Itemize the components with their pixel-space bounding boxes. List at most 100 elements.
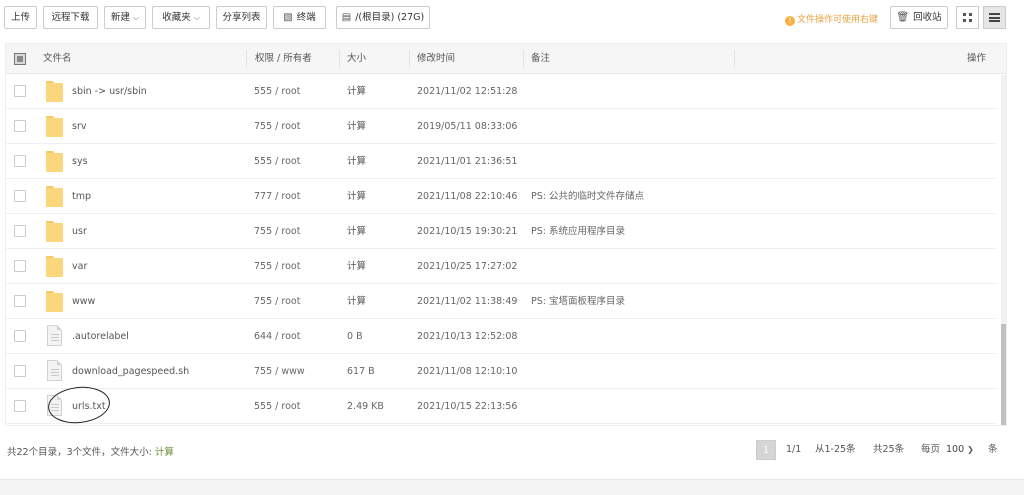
table-row[interactable]: sbin -> usr/sbin 555 / root 计算 2021/11/02 1… (6, 74, 996, 109)
file-name[interactable]: tmp (72, 179, 91, 214)
scrollbar-thumb[interactable] (1001, 324, 1006, 425)
perm-owner[interactable]: 755 / root (254, 214, 300, 249)
row-checkbox[interactable] (14, 400, 26, 412)
new-button[interactable]: 新建 ⌵ (104, 6, 146, 29)
table-row[interactable]: var 755 / root 计算 2021/10/25 17:27:02 (6, 249, 996, 284)
file-size: 0 B (347, 331, 363, 342)
table-row[interactable]: download_pagespeed.sh 755 / www 617 B 2021/… (6, 354, 996, 389)
terminal-icon: ▧ (283, 12, 293, 23)
terminal-button[interactable]: ▧ 终端 (273, 6, 326, 29)
table-row[interactable]: srv 755 / root 计算 2019/05/11 08:33:06 (6, 109, 996, 144)
favorites-button[interactable]: 收藏夹 ⌵ (152, 6, 210, 29)
table-header: 文件名 权限 / 所有者 大小 修改时间 备注 操作 (6, 44, 1006, 74)
page-total: 共25条 (873, 444, 905, 455)
file-name[interactable]: sbin -> usr/sbin (72, 74, 147, 109)
perm-owner[interactable]: 644 / root (254, 319, 300, 354)
row-checkbox[interactable] (14, 295, 26, 307)
perm-owner[interactable]: 755 / root (254, 109, 300, 144)
row-checkbox[interactable] (14, 190, 26, 202)
row-checkbox[interactable] (14, 260, 26, 272)
remote-download-button[interactable]: 远程下载 (43, 6, 98, 29)
table-row[interactable]: usr 755 / root 计算 2021/10/15 19:30:21 PS: 系统… (6, 214, 996, 249)
share-list-label: 分享列表 (222, 12, 261, 23)
bottom-strip (0, 479, 1024, 495)
modified-time: 2021/11/08 22:10:46 (417, 191, 518, 202)
list-icon (989, 13, 1000, 22)
column-divider (409, 50, 410, 68)
file-name[interactable]: www (72, 284, 95, 319)
file-name[interactable]: usr (72, 214, 87, 249)
modified-time: 2021/10/15 19:30:21 (417, 226, 518, 237)
summary-calc-link[interactable]: 计算 (155, 447, 174, 458)
file-name[interactable]: .autorelabel (72, 319, 129, 354)
file-name[interactable]: sys (72, 144, 88, 179)
grid-view-button[interactable] (956, 6, 979, 29)
per-page-unit: 条 (988, 444, 998, 455)
row-checkbox[interactable] (14, 120, 26, 132)
row-checkbox[interactable] (14, 85, 26, 97)
header-perm-owner[interactable]: 权限 / 所有者 (255, 44, 312, 74)
perm-owner[interactable]: 555 / root (254, 144, 300, 179)
table-row[interactable]: urls.txt 555 / root 2.49 KB 2021/10/15 22:1… (6, 389, 996, 424)
file-size[interactable]: 计算 (347, 144, 366, 179)
perm-owner[interactable]: 555 / root (254, 74, 300, 109)
remark[interactable]: PS: 公共的临时文件存储点 (531, 179, 644, 214)
chevron-down-icon: ❯ (967, 445, 974, 454)
file-size[interactable]: 计算 (347, 74, 366, 109)
perm-owner[interactable]: 555 / root (254, 389, 300, 424)
remark[interactable]: PS: 系统应用程序目录 (531, 214, 625, 249)
share-list-button[interactable]: 分享列表 (216, 6, 267, 29)
file-size[interactable]: 计算 (347, 109, 366, 144)
table-row[interactable]: www 755 / root 计算 2021/11/02 11:38:49 PS: 宝塔… (6, 284, 996, 319)
upload-label: 上传 (10, 12, 30, 23)
header-size[interactable]: 大小 (347, 44, 366, 74)
header-mtime[interactable]: 修改时间 (417, 44, 455, 74)
file-name[interactable]: srv (72, 109, 86, 144)
remote-download-label: 远程下载 (51, 12, 90, 23)
current-page-button[interactable]: 1 (756, 440, 776, 460)
modified-time: 2019/05/11 08:33:06 (417, 121, 518, 132)
table-row[interactable]: tmp 777 / root 计算 2021/11/08 22:10:46 PS: 公共… (6, 179, 996, 214)
upload-button[interactable]: 上传 (4, 6, 37, 29)
modified-time: 2021/11/01 21:36:51 (417, 156, 518, 167)
page-range: 从1-25条 (815, 444, 856, 455)
header-name[interactable]: 文件名 (43, 44, 72, 74)
table-row[interactable]: .autorelabel 644 / root 0 B 2021/10/13 12:5… (6, 319, 996, 354)
perm-owner[interactable]: 777 / root (254, 179, 300, 214)
column-divider (523, 50, 524, 68)
row-checkbox[interactable] (14, 225, 26, 237)
modified-time: 2021/11/02 11:38:49 (417, 296, 518, 307)
file-name[interactable]: var (72, 249, 87, 284)
file-size[interactable]: 计算 (347, 214, 366, 249)
file-icon (47, 325, 62, 346)
folder-icon (46, 151, 63, 172)
recycle-bin-button[interactable]: 🗑 回收站 (890, 6, 948, 29)
perm-owner[interactable]: 755 / root (254, 284, 300, 319)
summary-text: 共22个目录，3个文件，文件大小: (7, 447, 155, 458)
row-checkbox[interactable] (14, 155, 26, 167)
file-size[interactable]: 计算 (347, 249, 366, 284)
drive-icon: ▤ (341, 12, 352, 23)
row-checkbox[interactable] (14, 365, 26, 377)
per-page-label: 每页 (921, 444, 941, 455)
perm-owner[interactable]: 755 / www (254, 354, 305, 389)
file-name[interactable]: download_pagespeed.sh (72, 354, 189, 389)
file-table: 文件名 权限 / 所有者 大小 修改时间 备注 操作 sbin -> usr/s… (5, 43, 1007, 426)
column-divider (734, 50, 735, 68)
remark[interactable]: PS: 宝塔面板程序目录 (531, 284, 625, 319)
folder-icon (46, 291, 63, 312)
select-all-checkbox[interactable] (14, 53, 26, 65)
file-size[interactable]: 计算 (347, 284, 366, 319)
file-size[interactable]: 计算 (347, 179, 366, 214)
table-footer: 共22个目录，3个文件，文件大小: 计算 1 1/1 从1-25条 共25条 每… (0, 430, 1024, 470)
header-remark: 备注 (531, 53, 551, 64)
path-button[interactable]: ▤/(根目录) (27G) (336, 6, 430, 29)
per-page-select[interactable]: 100 ❯ (946, 440, 974, 460)
per-page-value: 100 (946, 444, 965, 455)
table-row[interactable]: sys 555 / root 计算 2021/11/01 21:36:51 (6, 144, 996, 179)
list-view-button[interactable] (983, 6, 1006, 29)
perm-owner[interactable]: 755 / root (254, 249, 300, 284)
row-checkbox[interactable] (14, 330, 26, 342)
modified-time: 2021/11/08 12:10:10 (417, 366, 518, 377)
modified-time: 2021/10/25 17:27:02 (417, 261, 518, 272)
